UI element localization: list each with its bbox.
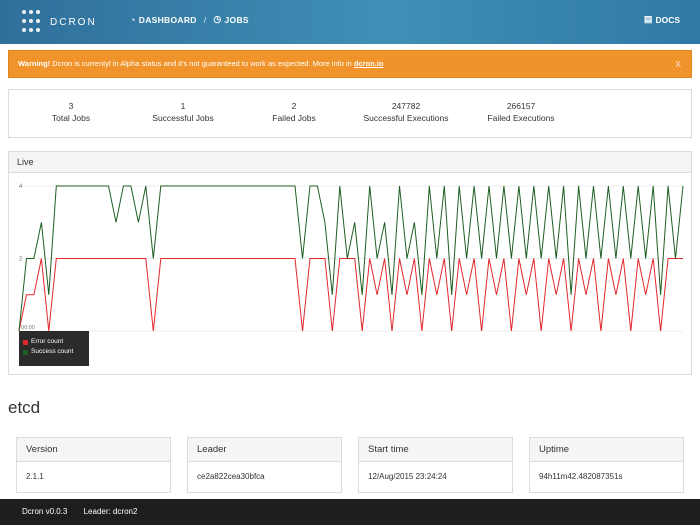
nav-dashboard-label: DASHBOARD	[138, 14, 197, 25]
dashboard-icon: ◔	[130, 14, 136, 25]
card-value: 12/Aug/2015 23:24:24	[368, 472, 447, 481]
legend-label-success: Success count	[31, 348, 74, 355]
nav-dashboard[interactable]: ◔ DASHBOARD	[130, 15, 197, 25]
etcd-start-time-card: Start time 12/Aug/2015 23:24:24	[358, 437, 513, 493]
alert-link[interactable]: dcron.io	[354, 59, 384, 68]
nav-jobs[interactable]: ◷ JOBS	[213, 14, 249, 25]
stat-label: Total Jobs	[51, 113, 91, 123]
stat-value: 2	[291, 101, 297, 111]
stat-value: 247782	[391, 101, 421, 111]
y-tick-label: 4	[19, 184, 23, 190]
stats-panel: 3 Total Jobs 1 Successful Jobs 2 Failed …	[8, 89, 692, 138]
footer-bar: Dcron v0.0.3 Leader: dcron2	[0, 499, 700, 525]
legend-swatch-error	[23, 339, 28, 345]
legend-item-success: Success count	[23, 347, 85, 357]
stat-successful-jobs: 1 Successful Jobs	[139, 100, 227, 124]
legend-item-error: Error count	[23, 337, 85, 347]
nav-jobs-label: JOBS	[224, 14, 249, 25]
book-icon: ▤	[643, 14, 653, 24]
stat-successful-executions: 247782 Successful Executions	[354, 100, 458, 124]
card-heading: Version	[17, 438, 170, 462]
footer-leader: Leader: dcron2	[83, 507, 138, 516]
etcd-leader-card: Leader ce2a822cea30bfca	[187, 437, 342, 493]
alert-text: Dcron is currentyl in Alpha status and i…	[50, 59, 354, 68]
y-tick-label: 2	[19, 257, 23, 263]
dcron-logo-icon	[22, 10, 42, 34]
stat-value: 1	[180, 101, 186, 111]
alpha-warning-alert: Warning! Dcron is currentyl in Alpha sta…	[8, 50, 692, 78]
brand-name: DCRON	[50, 16, 97, 28]
card-value: 94h11m42.482087351s	[539, 472, 623, 481]
card-heading: Start time	[359, 438, 512, 462]
stat-failed-executions: 266157 Failed Executions	[474, 100, 568, 124]
chart-legend: Error count Success count	[19, 331, 89, 366]
alert-strong: Warning!	[18, 59, 51, 68]
etcd-uptime-card: Uptime 94h11m42.482087351s	[529, 437, 684, 493]
card-heading: Leader	[188, 438, 341, 462]
card-heading: Uptime	[530, 438, 683, 462]
legend-label-error: Error count	[31, 338, 64, 345]
stat-label: Failed Executions	[487, 113, 555, 123]
etcd-version-card: Version 2.1.1	[16, 437, 171, 493]
top-navbar: DCRON ◔ DASHBOARD / ◷ JOBS ▤ DOCS	[0, 0, 700, 44]
stat-value: 3	[68, 101, 74, 111]
series-line-error-count	[18, 258, 683, 332]
brand[interactable]: DCRON	[22, 8, 97, 36]
legend-swatch-success	[23, 349, 28, 355]
stat-value: 266157	[506, 101, 536, 111]
stat-failed-jobs: 2 Failed Jobs	[259, 100, 329, 124]
nav-separator: /	[203, 14, 207, 25]
stat-total-jobs: 3 Total Jobs	[29, 100, 113, 124]
live-chart-panel: Live 4 2 00:00 Error count Success count	[8, 151, 692, 375]
stat-label: Failed Jobs	[272, 113, 316, 123]
footer-version: Dcron v0.0.3	[22, 507, 68, 516]
card-value: ce2a822cea30bfca	[197, 472, 265, 481]
stat-label: Successful Jobs	[152, 113, 214, 123]
nav-docs[interactable]: ▤ DOCS	[644, 14, 680, 25]
main-nav: ◔ DASHBOARD / ◷ JOBS	[130, 14, 249, 25]
close-icon[interactable]: x	[676, 51, 682, 77]
stat-label: Successful Executions	[363, 113, 449, 123]
live-panel-title: Live	[9, 152, 691, 173]
live-line-chart: 4200:00	[18, 184, 684, 332]
card-value: 2.1.1	[26, 472, 44, 481]
clock-icon: ◷	[213, 14, 222, 24]
etcd-section-title: etcd	[8, 398, 41, 417]
nav-docs-label: DOCS	[655, 14, 680, 25]
